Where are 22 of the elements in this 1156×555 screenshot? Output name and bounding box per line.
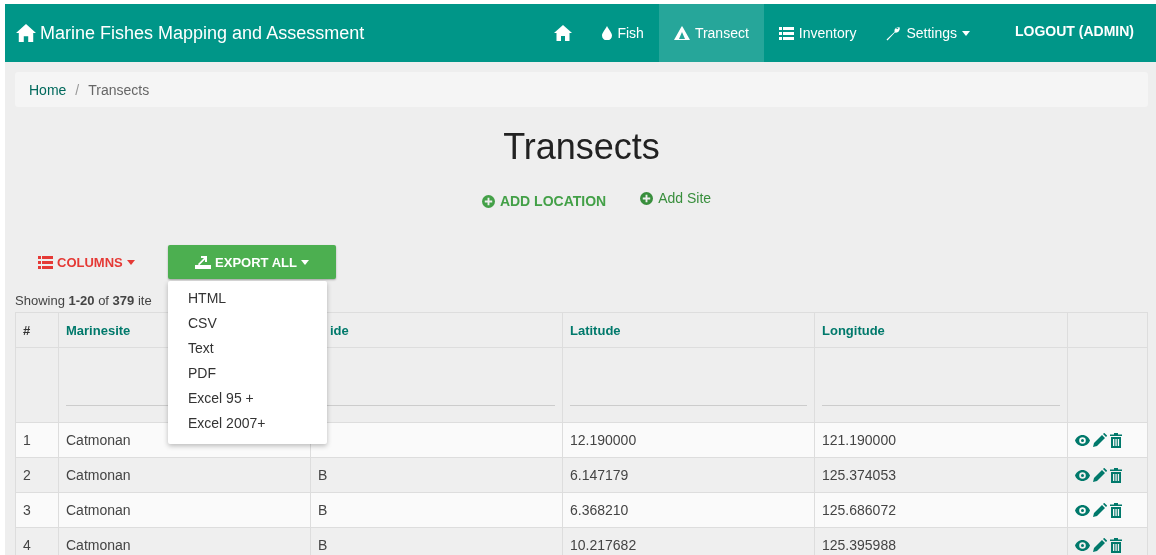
table-cell: B: [310, 527, 563, 555]
table-cell: 125.374053: [814, 457, 1068, 493]
app-title: Marine Fishes Mapping and Assessment: [40, 22, 365, 44]
table-cell: 12.190000: [562, 422, 815, 458]
table-cell: 121.190000: [814, 422, 1068, 458]
table-cell: 125.686072: [814, 492, 1068, 528]
table-cell: 4: [15, 527, 59, 555]
table-cell: 125.395988: [814, 527, 1068, 555]
breadcrumb-separator: /: [75, 81, 80, 98]
table-cell: Catmonan: [58, 527, 311, 555]
table-cell: 3: [15, 492, 59, 528]
table-cell: B: [310, 492, 563, 528]
table-cell: 2: [15, 457, 59, 493]
table-cell: 6.147179: [562, 457, 815, 493]
page-title: Transects: [502, 125, 661, 169]
table-cell: 10.217682: [562, 527, 815, 555]
table-cell: Catmonan: [58, 492, 311, 528]
table-cell: 1: [15, 422, 59, 458]
summary-text: Showing 1-20 of 379 ite: [15, 293, 152, 310]
table-cell: B: [310, 457, 563, 493]
table-cell: Catmonan: [58, 457, 311, 493]
table-cell: 6.368210: [562, 492, 815, 528]
